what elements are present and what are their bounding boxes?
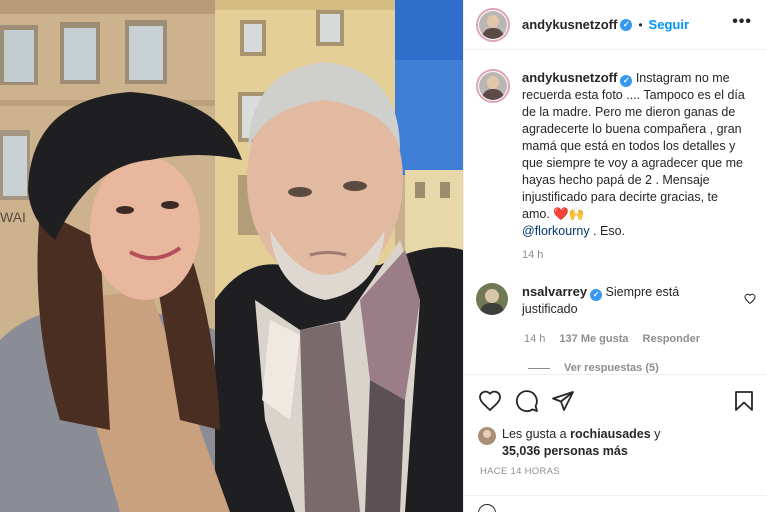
liker-username[interactable]: rochiausades xyxy=(570,427,651,441)
author-username[interactable]: andykusnetzoff xyxy=(522,17,617,32)
bookmark-icon[interactable] xyxy=(732,389,756,413)
svg-text:WAI: WAI xyxy=(0,209,26,225)
caption-mention[interactable]: @florkourny xyxy=(522,224,590,238)
comment-text: nsalvarrey ✓ Siempre está justificado xyxy=(522,283,722,318)
view-replies-button[interactable]: Ver respuestas (5) xyxy=(528,362,659,373)
comment-time[interactable]: 14 h xyxy=(524,333,545,345)
comment-meta: 14 h 137 Me gusta Responder xyxy=(524,333,700,345)
caption-avatar[interactable] xyxy=(476,69,510,103)
reply-button[interactable]: Responder xyxy=(643,333,700,345)
verified-icon: ✓ xyxy=(590,289,603,301)
post-time[interactable]: HACE 14 HORAS xyxy=(480,466,560,477)
verified-icon: ✓ xyxy=(620,18,633,31)
comments-section[interactable]: andykusnetzoff ✓ Instagram no me recuerda… xyxy=(464,51,767,373)
commenter-avatar[interactable] xyxy=(476,283,508,315)
likes-connector: y xyxy=(650,427,661,441)
caption-body: Instagram no me recuerda esta foto .... … xyxy=(522,71,745,221)
post-header: andykusnetzoff ✓ • Seguir ••• xyxy=(464,0,767,50)
share-icon[interactable] xyxy=(551,389,575,413)
commenter-username[interactable]: nsalvarrey xyxy=(522,284,587,299)
separator-dot: • xyxy=(638,17,643,32)
action-bar xyxy=(464,374,767,426)
selfie-image: WAI xyxy=(0,0,463,512)
caption-text: andykusnetzoff ✓ Instagram no me recuerda… xyxy=(522,69,748,240)
caption-ending: . Eso. xyxy=(589,224,626,238)
more-icon[interactable]: ••• xyxy=(732,13,752,31)
author-avatar[interactable] xyxy=(476,7,510,42)
caption-emojis: ❤️🙌 xyxy=(553,207,585,221)
comment-like-heart-icon[interactable] xyxy=(744,293,756,305)
likes-text[interactable]: Les gusta a rochiausades y 35,036 person… xyxy=(502,426,732,460)
caption-time[interactable]: 14 h xyxy=(522,249,543,261)
emoji-icon[interactable] xyxy=(478,504,496,512)
likes-count[interactable]: 35,036 personas más xyxy=(502,444,628,458)
likes-summary: Les gusta a rochiausades y 35,036 person… xyxy=(478,426,732,460)
comment-item: nsalvarrey ✓ Siempre está justificado xyxy=(476,283,722,318)
verified-icon: ✓ xyxy=(620,75,633,87)
likes-prefix: Les gusta a xyxy=(502,427,571,441)
replies-divider xyxy=(528,367,550,369)
caption-username[interactable]: andykusnetzoff xyxy=(522,70,617,85)
heart-icon[interactable] xyxy=(478,389,502,413)
follow-button[interactable]: Seguir xyxy=(649,17,689,32)
post-sidebar: andykusnetzoff ✓ • Seguir ••• andykusnet… xyxy=(463,0,767,512)
comment-icon[interactable] xyxy=(515,389,539,413)
post-photo[interactable]: WAI xyxy=(0,0,463,512)
view-replies-label: Ver respuestas (5) xyxy=(564,362,659,373)
liker-avatar[interactable] xyxy=(478,427,496,445)
caption: andykusnetzoff ✓ Instagram no me recuerda… xyxy=(476,69,748,240)
add-comment-area[interactable] xyxy=(464,495,767,512)
comment-likes[interactable]: 137 Me gusta xyxy=(559,333,628,345)
